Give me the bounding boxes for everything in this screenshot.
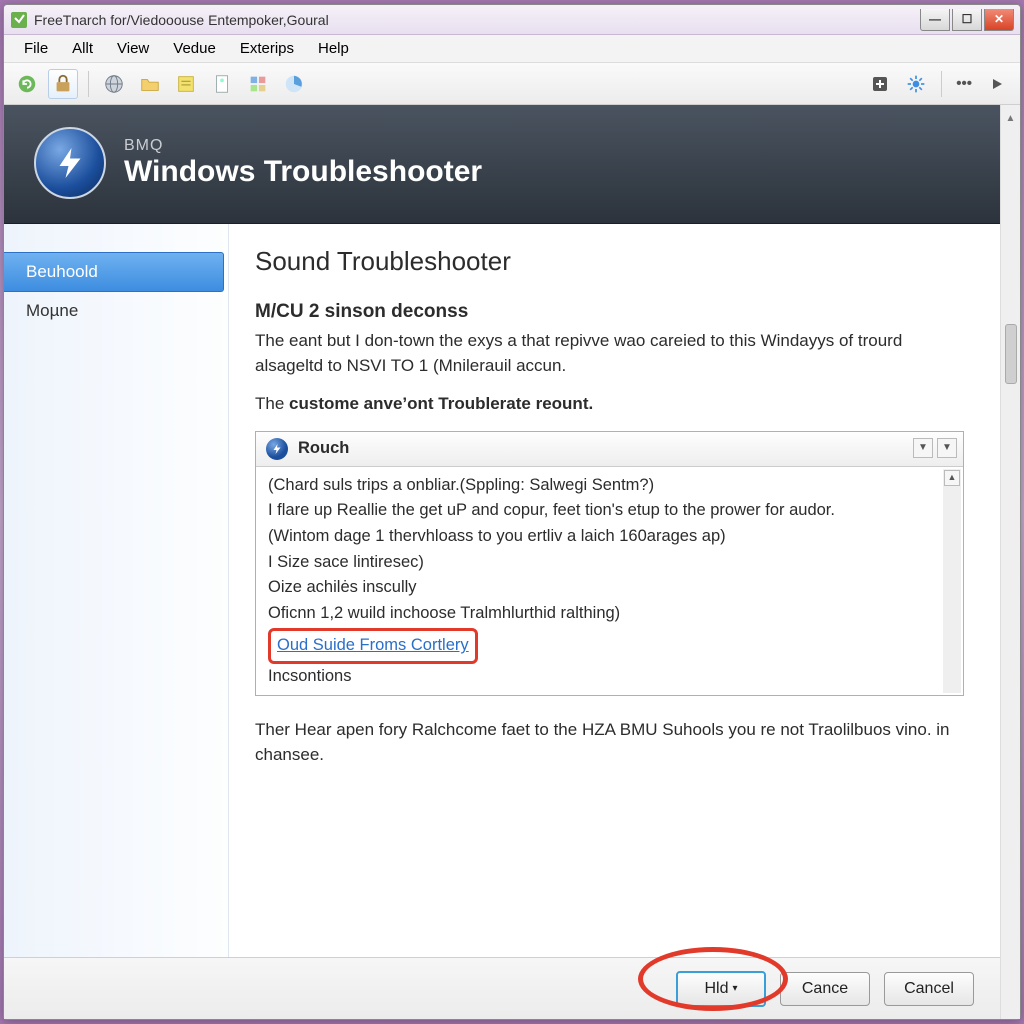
main-pane: Sound Troubleshooter M/CU 2 sinson decon… (229, 224, 1000, 957)
toolbar-grid-icon[interactable] (243, 69, 273, 99)
listbox-scrollbar[interactable]: ▲ (943, 469, 961, 694)
minimize-button[interactable]: — (920, 9, 950, 31)
list-line: Oize achilės inscully (268, 575, 939, 601)
primary-button[interactable]: Hld ▾ (676, 971, 766, 1007)
toolbar: ••• (4, 63, 1020, 105)
menu-exterips[interactable]: Exterips (230, 37, 304, 60)
toolbar-globe-icon[interactable] (99, 69, 129, 99)
page-heading: Sound Troubleshooter (255, 246, 964, 277)
toolbar-pie-icon[interactable] (279, 69, 309, 99)
list-line: Oficnn 1,2 wuild inchoose Tralmhlurthid … (268, 601, 939, 627)
cancel-button[interactable]: Cancel (884, 972, 974, 1006)
page-scrollbar[interactable]: ▲ (1000, 105, 1020, 1019)
window-title: FreeTnarch for/Viedooouse Entempoker,Gou… (34, 12, 920, 28)
chevron-down-icon: ▾ (732, 983, 737, 994)
app-icon (10, 11, 28, 29)
close-button[interactable]: ✕ (984, 9, 1014, 31)
cance-button[interactable]: Cance (780, 972, 870, 1006)
footer-paragraph: Ther Hear apen fory Ralchcome faet to th… (255, 718, 964, 767)
menu-vedue[interactable]: Vedue (163, 37, 226, 60)
menu-allt[interactable]: Allt (62, 37, 103, 60)
app-window: FreeTnarch for/Viedooouse Entempoker,Gou… (3, 4, 1021, 1020)
list-line: I flare up Reallie the get uP and copur,… (268, 498, 939, 524)
list-line: Incsontions (268, 664, 939, 690)
content-wrap: BMQ Windows Troubleshooter Beuhoold Moµn… (4, 105, 1020, 1019)
titlebar: FreeTnarch for/Viedooouse Entempoker,Gou… (4, 5, 1020, 35)
menu-help[interactable]: Help (308, 37, 359, 60)
sidebar-item-beuhoold[interactable]: Beuhoold (4, 252, 224, 292)
scroll-up-icon[interactable]: ▲ (944, 470, 960, 486)
listbox-header-label: Rouch (298, 439, 349, 458)
body-area: BMQ Windows Troubleshooter Beuhoold Moµn… (4, 105, 1000, 1019)
banner-overline: BMQ (124, 137, 163, 154)
chevron-down-icon[interactable]: ▼ (913, 438, 933, 458)
scroll-up-icon[interactable]: ▲ (1006, 113, 1016, 124)
toolbar-lock-icon[interactable] (48, 69, 78, 99)
paragraph-1: The eant but I don-town the exys a that … (255, 329, 964, 378)
toolbar-more-icon[interactable]: ••• (952, 69, 976, 99)
maximize-button[interactable]: ☐ (952, 9, 982, 31)
scroll-handle[interactable] (1005, 324, 1017, 384)
highlight-annotation: Oud Suide Froms Cortlery (268, 628, 478, 664)
toolbar-refresh-icon[interactable] (12, 69, 42, 99)
toolbar-plus-icon[interactable] (865, 69, 895, 99)
listbox-body: (Chard suls trips a onbliar.(Sppling: Sa… (256, 467, 963, 696)
toolbar-separator (88, 71, 89, 97)
banner: BMQ Windows Troubleshooter (4, 105, 1000, 224)
banner-title: Windows Troubleshooter (124, 155, 482, 189)
guide-link[interactable]: Oud Suide Froms Cortlery (273, 633, 473, 659)
bolt-logo-icon (34, 127, 106, 199)
primary-button-label: Hld (704, 980, 728, 998)
toolbar-page-icon[interactable] (207, 69, 237, 99)
bolt-icon (266, 438, 288, 460)
listbox-header[interactable]: Rouch ▼ ▼ (256, 432, 963, 467)
toolbar-gear-icon[interactable] (901, 69, 931, 99)
toolbar-play-icon[interactable] (982, 69, 1012, 99)
toolbar-folder-icon[interactable] (135, 69, 165, 99)
sidebar-item-moune[interactable]: Moµne (4, 292, 228, 330)
list-line: I Size sace lintiresec) (268, 550, 939, 576)
main-split: Beuhoold Moµne Sound Troubleshooter M/CU… (4, 224, 1000, 957)
chevron-down-icon[interactable]: ▼ (937, 438, 957, 458)
toolbar-note-icon[interactable] (171, 69, 201, 99)
menu-file[interactable]: File (14, 37, 58, 60)
menu-view[interactable]: View (107, 37, 159, 60)
list-line: (Wintom dage 1 thervhloass to you ertliv… (268, 524, 939, 550)
window-controls: — ☐ ✕ (920, 9, 1014, 31)
menubar: File Allt View Vedue Exterips Help (4, 35, 1020, 63)
results-listbox: Rouch ▼ ▼ (Chard suls trips a onbliar.(S… (255, 431, 964, 697)
sidebar: Beuhoold Moµne (4, 224, 229, 957)
page-subheading: M/CU 2 sinson deconss (255, 301, 964, 323)
toolbar-separator (941, 71, 942, 97)
paragraph-2: The custome anve’ont Troublerate reount. (255, 392, 964, 417)
list-line: (Chard suls trips a onbliar.(Sppling: Sa… (268, 473, 939, 499)
button-bar: Hld ▾ Cance Cancel (4, 957, 1000, 1019)
